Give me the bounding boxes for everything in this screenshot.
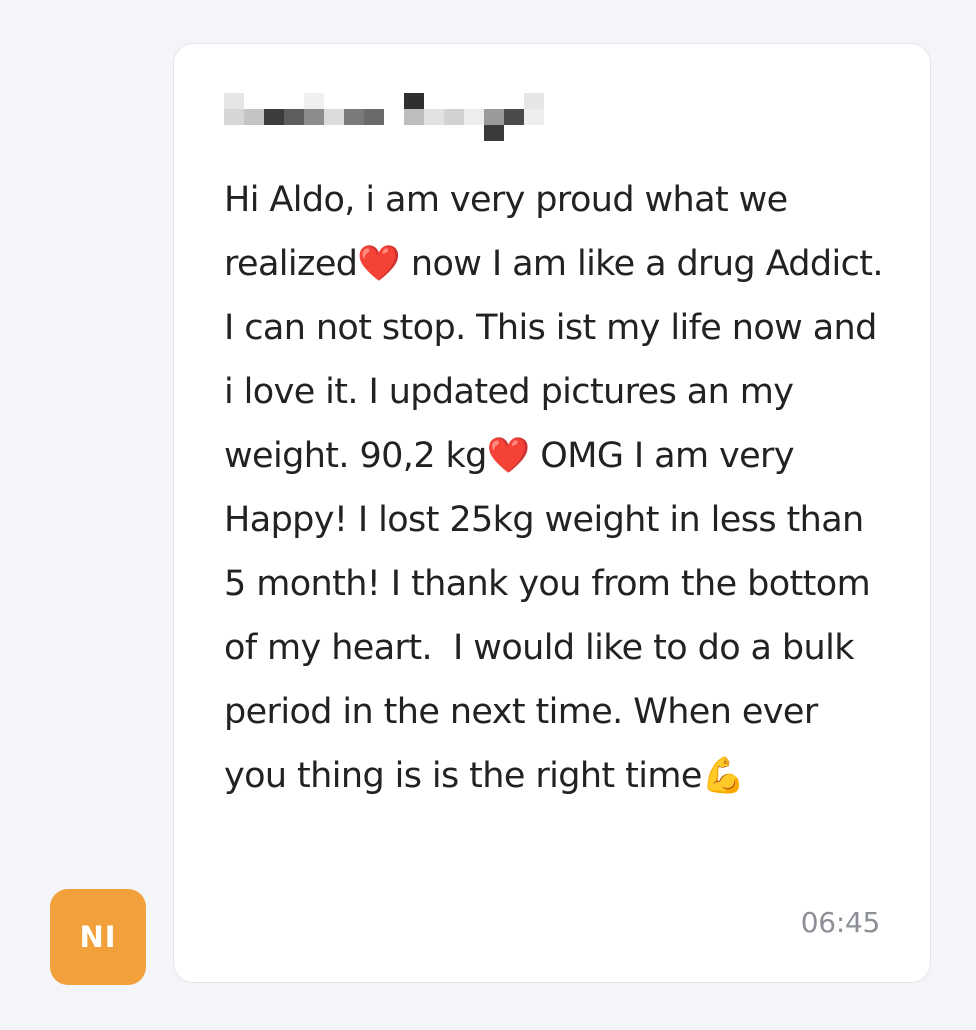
message-text: Hi Aldo, i am very proud what we realize… [224,180,894,796]
message-timestamp: 06:45 [800,906,881,939]
message-bubble: Hi Aldo, i am very proud what we realize… [173,43,931,983]
sender-avatar[interactable]: NI [50,889,146,985]
sender-name-pixelated [224,93,544,141]
